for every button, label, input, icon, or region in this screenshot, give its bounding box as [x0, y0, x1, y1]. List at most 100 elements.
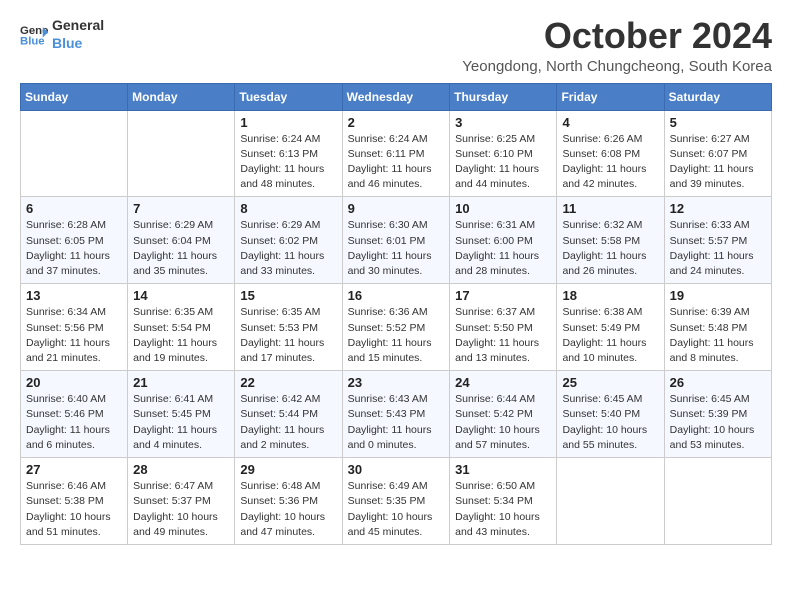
day-detail: Sunrise: 6:28 AM Sunset: 6:05 PM Dayligh… — [26, 218, 122, 279]
day-number: 30 — [348, 462, 445, 477]
day-detail: Sunrise: 6:24 AM Sunset: 6:13 PM Dayligh… — [240, 132, 336, 193]
month-title: October 2024 — [462, 16, 772, 56]
day-detail: Sunrise: 6:49 AM Sunset: 5:35 PM Dayligh… — [348, 479, 445, 540]
week-row-1: 1 Sunrise: 6:24 AM Sunset: 6:13 PM Daylig… — [21, 110, 772, 197]
day-detail: Sunrise: 6:24 AM Sunset: 6:11 PM Dayligh… — [348, 132, 445, 193]
day-detail: Sunrise: 6:38 AM Sunset: 5:49 PM Dayligh… — [562, 305, 658, 366]
day-detail: Sunrise: 6:29 AM Sunset: 6:02 PM Dayligh… — [240, 218, 336, 279]
day-cell: 21 Sunrise: 6:41 AM Sunset: 5:45 PM Dayli… — [128, 371, 235, 458]
days-header-row: SundayMondayTuesdayWednesdayThursdayFrid… — [21, 83, 772, 110]
day-cell: 15Sunrise: 6:35 AM Sunset: 5:53 PM Dayli… — [235, 284, 342, 371]
day-cell: 31 Sunrise: 6:50 AM Sunset: 5:34 PM Dayli… — [450, 458, 557, 545]
day-detail: Sunrise: 6:42 AM Sunset: 5:44 PM Dayligh… — [240, 392, 336, 453]
day-number: 26 — [670, 375, 766, 390]
header: General Blue General Blue October 2024 Y… — [20, 16, 772, 75]
day-cell: 2 Sunrise: 6:24 AM Sunset: 6:11 PM Daylig… — [342, 110, 450, 197]
day-cell: 27Sunrise: 6:46 AM Sunset: 5:38 PM Dayli… — [21, 458, 128, 545]
day-cell: 28 Sunrise: 6:47 AM Sunset: 5:37 PM Dayli… — [128, 458, 235, 545]
day-detail: Sunrise: 6:37 AM Sunset: 5:50 PM Dayligh… — [455, 305, 551, 366]
day-cell: 11Sunrise: 6:32 AM Sunset: 5:58 PM Dayli… — [557, 197, 664, 284]
day-number: 12 — [670, 201, 766, 216]
day-cell: 22 Sunrise: 6:42 AM Sunset: 5:44 PM Dayli… — [235, 371, 342, 458]
day-number: 22 — [240, 375, 336, 390]
day-cell: 29 Sunrise: 6:48 AM Sunset: 5:36 PM Dayli… — [235, 458, 342, 545]
day-cell: 9 Sunrise: 6:30 AM Sunset: 6:01 PM Daylig… — [342, 197, 450, 284]
header-saturday: Saturday — [664, 83, 771, 110]
day-cell: 24 Sunrise: 6:44 AM Sunset: 5:42 PM Dayli… — [450, 371, 557, 458]
day-detail: Sunrise: 6:26 AM Sunset: 6:08 PM Dayligh… — [562, 132, 658, 193]
calendar-body: 1 Sunrise: 6:24 AM Sunset: 6:13 PM Daylig… — [21, 110, 772, 544]
day-cell: 18 Sunrise: 6:38 AM Sunset: 5:49 PM Dayli… — [557, 284, 664, 371]
day-number: 31 — [455, 462, 551, 477]
calendar-header: SundayMondayTuesdayWednesdayThursdayFrid… — [21, 83, 772, 110]
day-detail: Sunrise: 6:41 AM Sunset: 5:45 PM Dayligh… — [133, 392, 229, 453]
header-thursday: Thursday — [450, 83, 557, 110]
logo-general: General — [52, 16, 104, 34]
day-detail: Sunrise: 6:36 AM Sunset: 5:52 PM Dayligh… — [348, 305, 445, 366]
day-cell: 6 Sunrise: 6:28 AM Sunset: 6:05 PM Daylig… — [21, 197, 128, 284]
day-number: 20 — [26, 375, 122, 390]
day-cell: 4 Sunrise: 6:26 AM Sunset: 6:08 PM Daylig… — [557, 110, 664, 197]
day-number: 2 — [348, 115, 445, 130]
header-tuesday: Tuesday — [235, 83, 342, 110]
header-friday: Friday — [557, 83, 664, 110]
day-detail: Sunrise: 6:27 AM Sunset: 6:07 PM Dayligh… — [670, 132, 766, 193]
day-number: 16 — [348, 288, 445, 303]
day-cell: 12 Sunrise: 6:33 AM Sunset: 5:57 PM Dayli… — [664, 197, 771, 284]
day-cell: 23 Sunrise: 6:43 AM Sunset: 5:43 PM Dayli… — [342, 371, 450, 458]
day-cell — [21, 110, 128, 197]
day-number: 10 — [455, 201, 551, 216]
header-monday: Monday — [128, 83, 235, 110]
day-detail: Sunrise: 6:47 AM Sunset: 5:37 PM Dayligh… — [133, 479, 229, 540]
day-number: 23 — [348, 375, 445, 390]
day-cell: 5Sunrise: 6:27 AM Sunset: 6:07 PM Daylig… — [664, 110, 771, 197]
day-detail: Sunrise: 6:25 AM Sunset: 6:10 PM Dayligh… — [455, 132, 551, 193]
day-number: 21 — [133, 375, 229, 390]
day-number: 28 — [133, 462, 229, 477]
day-number: 7 — [133, 201, 229, 216]
day-detail: Sunrise: 6:35 AM Sunset: 5:53 PM Dayligh… — [240, 305, 336, 366]
day-number: 1 — [240, 115, 336, 130]
day-cell: 10Sunrise: 6:31 AM Sunset: 6:00 PM Dayli… — [450, 197, 557, 284]
day-detail: Sunrise: 6:44 AM Sunset: 5:42 PM Dayligh… — [455, 392, 551, 453]
day-detail: Sunrise: 6:43 AM Sunset: 5:43 PM Dayligh… — [348, 392, 445, 453]
day-detail: Sunrise: 6:45 AM Sunset: 5:39 PM Dayligh… — [670, 392, 766, 453]
day-cell — [557, 458, 664, 545]
day-number: 17 — [455, 288, 551, 303]
day-number: 24 — [455, 375, 551, 390]
day-number: 9 — [348, 201, 445, 216]
day-cell — [128, 110, 235, 197]
day-detail: Sunrise: 6:34 AM Sunset: 5:56 PM Dayligh… — [26, 305, 122, 366]
day-cell: 19 Sunrise: 6:39 AM Sunset: 5:48 PM Dayli… — [664, 284, 771, 371]
day-detail: Sunrise: 6:48 AM Sunset: 5:36 PM Dayligh… — [240, 479, 336, 540]
svg-text:Blue: Blue — [20, 36, 45, 48]
day-detail: Sunrise: 6:39 AM Sunset: 5:48 PM Dayligh… — [670, 305, 766, 366]
day-cell: 30 Sunrise: 6:49 AM Sunset: 5:35 PM Dayli… — [342, 458, 450, 545]
day-number: 8 — [240, 201, 336, 216]
day-cell: 3Sunrise: 6:25 AM Sunset: 6:10 PM Daylig… — [450, 110, 557, 197]
day-number: 6 — [26, 201, 122, 216]
day-number: 13 — [26, 288, 122, 303]
title-block: October 2024 Yeongdong, North Chungcheon… — [462, 16, 772, 75]
day-cell: 26 Sunrise: 6:45 AM Sunset: 5:39 PM Dayli… — [664, 371, 771, 458]
day-number: 4 — [562, 115, 658, 130]
day-detail: Sunrise: 6:50 AM Sunset: 5:34 PM Dayligh… — [455, 479, 551, 540]
logo-blue: Blue — [52, 34, 104, 52]
day-cell: 20Sunrise: 6:40 AM Sunset: 5:46 PM Dayli… — [21, 371, 128, 458]
week-row-5: 27Sunrise: 6:46 AM Sunset: 5:38 PM Dayli… — [21, 458, 772, 545]
day-cell: 8 Sunrise: 6:29 AM Sunset: 6:02 PM Daylig… — [235, 197, 342, 284]
day-detail: Sunrise: 6:45 AM Sunset: 5:40 PM Dayligh… — [562, 392, 658, 453]
day-detail: Sunrise: 6:35 AM Sunset: 5:54 PM Dayligh… — [133, 305, 229, 366]
day-number: 29 — [240, 462, 336, 477]
day-detail: Sunrise: 6:30 AM Sunset: 6:01 PM Dayligh… — [348, 218, 445, 279]
week-row-4: 20Sunrise: 6:40 AM Sunset: 5:46 PM Dayli… — [21, 371, 772, 458]
day-cell: 13 Sunrise: 6:34 AM Sunset: 5:56 PM Dayli… — [21, 284, 128, 371]
day-cell: 16 Sunrise: 6:36 AM Sunset: 5:52 PM Dayli… — [342, 284, 450, 371]
day-cell: 25Sunrise: 6:45 AM Sunset: 5:40 PM Dayli… — [557, 371, 664, 458]
week-row-2: 6 Sunrise: 6:28 AM Sunset: 6:05 PM Daylig… — [21, 197, 772, 284]
day-detail: Sunrise: 6:33 AM Sunset: 5:57 PM Dayligh… — [670, 218, 766, 279]
day-number: 14 — [133, 288, 229, 303]
header-sunday: Sunday — [21, 83, 128, 110]
day-number: 19 — [670, 288, 766, 303]
day-number: 18 — [562, 288, 658, 303]
